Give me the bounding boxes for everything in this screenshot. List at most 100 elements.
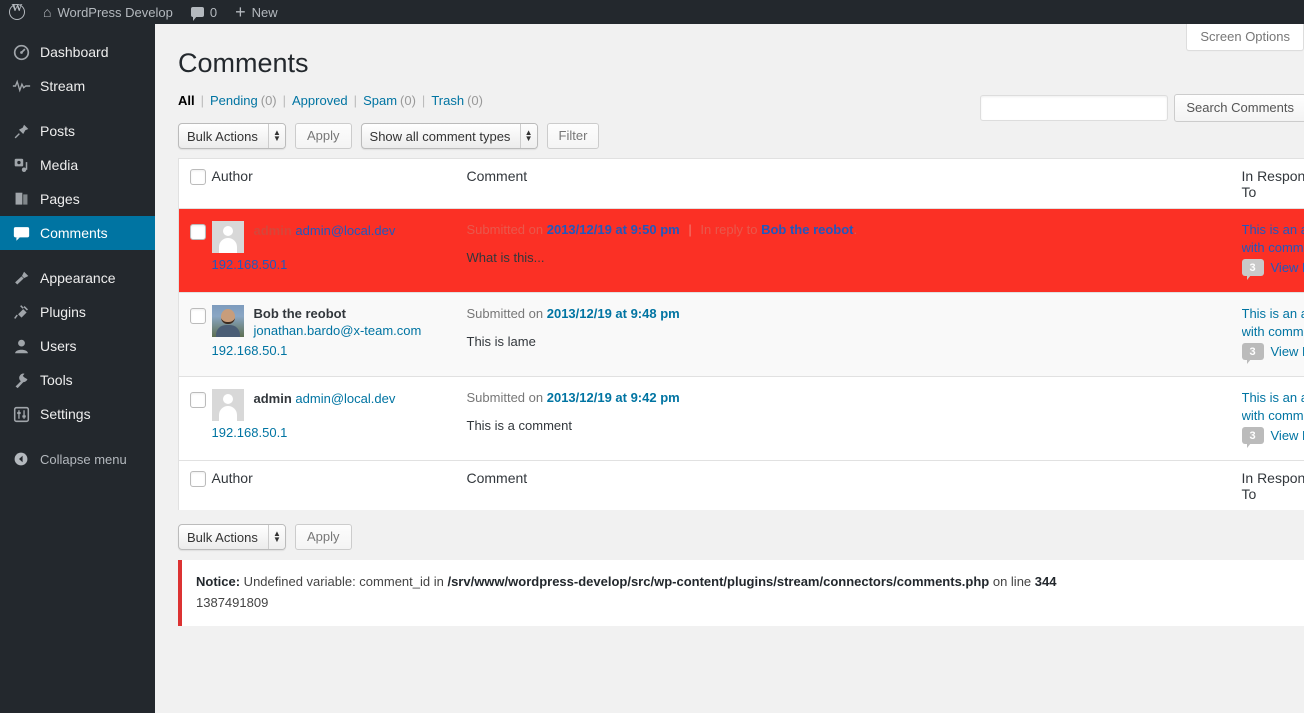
table-foot: Author Comment In Response To	[178, 460, 1304, 511]
filter-spam-count: (0)	[400, 93, 416, 109]
sidebar-item-media[interactable]: Media	[0, 148, 155, 182]
author-cell: admin admin@local.dev 192.168.50.1	[211, 209, 467, 293]
comment-cell: Submitted on 2013/12/19 at 9:50 pm | In …	[467, 209, 1242, 293]
site-name-menu[interactable]: ⌂ WordPress Develop	[34, 0, 182, 24]
sidebar-item-dashboard[interactable]: Dashboard	[0, 35, 155, 69]
sidebar-label: Settings	[40, 406, 91, 422]
filter-approved-link[interactable]: Approved	[292, 93, 348, 108]
filter-button[interactable]: Filter	[546, 123, 600, 150]
filter-all-link[interactable]: All	[178, 93, 195, 108]
author-email-link[interactable]: admin@local.dev	[295, 223, 395, 238]
column-header-response[interactable]: In Response To	[1241, 158, 1304, 210]
select-all-header	[178, 158, 212, 210]
table-row[interactable]: Bob the reobot jonathan.bardo@x-team.com…	[178, 292, 1304, 377]
comment-type-select[interactable]: Show all comment types	[360, 123, 538, 150]
php-notice: Notice: Undefined variable: comment_id i…	[178, 560, 1304, 626]
sidebar-label: Users	[40, 338, 77, 354]
search-box: Search Comments	[980, 94, 1304, 122]
view-post-link[interactable]: View Po	[1271, 344, 1304, 359]
filter-all[interactable]: All	[178, 93, 195, 108]
table-row[interactable]: admin admin@local.dev 192.168.50.1 Submi…	[178, 377, 1304, 461]
filter-approved[interactable]: Approved	[292, 93, 348, 108]
collapse-menu-button[interactable]: Collapse menu	[0, 442, 155, 476]
avatar	[211, 389, 244, 422]
author-email-link[interactable]: admin@local.dev	[295, 391, 395, 406]
table-row[interactable]: admin admin@local.dev 192.168.50.1 Submi…	[178, 208, 1304, 293]
table-head: Author Comment In Response To	[178, 158, 1304, 210]
column-header-author[interactable]: Author	[211, 158, 467, 210]
filter-pending-link[interactable]: Pending	[210, 93, 258, 108]
adminbar-new-menu[interactable]: + New	[226, 0, 287, 24]
sidebar-item-comments[interactable]: Comments	[0, 216, 163, 250]
response-comment-count-bubble[interactable]: 3	[1241, 427, 1264, 449]
response-cell: This is an aw with comm 3 View Po	[1241, 377, 1304, 461]
column-footer-author[interactable]: Author	[211, 460, 467, 511]
collapse-arrow-icon	[10, 449, 32, 469]
column-footer-response[interactable]: In Response To	[1241, 460, 1304, 511]
filter-divider: |	[353, 93, 358, 109]
sidebar-item-pages[interactable]: Pages	[0, 182, 155, 216]
response-comment-count-bubble[interactable]: 3	[1241, 343, 1264, 365]
comment-bubble-icon	[190, 7, 204, 21]
sidebar-item-appearance[interactable]: Appearance	[0, 261, 155, 295]
response-post-link-line2[interactable]: with comm	[1242, 239, 1304, 257]
menu-spacer	[0, 103, 155, 114]
search-comments-button[interactable]: Search Comments	[1174, 94, 1304, 122]
response-post-link-line1[interactable]: This is an aw	[1242, 305, 1304, 323]
submitted-date-link[interactable]: 2013/12/19 at 9:48 pm	[547, 306, 680, 321]
select-all-checkbox-bottom[interactable]	[190, 471, 206, 488]
notice-extra: 1387491809	[196, 594, 269, 610]
filter-spam-link[interactable]: Spam	[363, 93, 397, 108]
response-comment-count-bubble[interactable]: 3	[1241, 259, 1264, 281]
search-input[interactable]	[980, 95, 1169, 121]
response-post-link-line2[interactable]: with comm	[1242, 323, 1304, 341]
response-cell: This is an aw with comm 3 View Po	[1241, 293, 1304, 377]
apply-button-bottom[interactable]: Apply	[295, 524, 352, 551]
filter-trash[interactable]: Trash (0)	[431, 93, 483, 108]
apply-button-top[interactable]: Apply	[295, 123, 352, 150]
author-cell: Bob the reobot jonathan.bardo@x-team.com…	[211, 293, 467, 377]
column-footer-comment[interactable]: Comment	[466, 460, 1242, 511]
row-checkbox[interactable]	[190, 223, 206, 240]
row-checkbox[interactable]	[190, 391, 206, 408]
column-header-comment[interactable]: Comment	[466, 158, 1242, 210]
plug-icon	[10, 302, 32, 322]
bulk-actions-select-bottom[interactable]: Bulk Actions	[178, 524, 286, 551]
filter-pending[interactable]: Pending (0)	[210, 93, 277, 108]
avatar	[211, 221, 244, 254]
select-all-checkbox-top[interactable]	[190, 169, 206, 186]
sidebar-item-tools[interactable]: Tools	[0, 363, 155, 397]
author-email-link[interactable]: jonathan.bardo@x-team.com	[254, 323, 422, 338]
menu-spacer	[0, 431, 155, 442]
sidebar-label: Pages	[40, 191, 80, 207]
sidebar-item-users[interactable]: Users	[0, 329, 155, 363]
adminbar-comments-count: 0	[209, 4, 218, 20]
response-post-link-line2[interactable]: with comm	[1242, 407, 1304, 425]
table-footer-row: Author Comment In Response To	[178, 460, 1304, 511]
view-post-link[interactable]: View Po	[1271, 428, 1304, 443]
filter-trash-link[interactable]: Trash	[431, 93, 464, 108]
filter-spam[interactable]: Spam (0)	[363, 93, 416, 108]
author-ip-link[interactable]: 192.168.50.1	[212, 424, 457, 441]
reply-suffix: .	[853, 222, 858, 238]
author-ip-link[interactable]: 192.168.50.1	[212, 256, 457, 273]
sidebar-item-plugins[interactable]: Plugins	[0, 295, 155, 329]
comments-table: Author Comment In Response To adm	[178, 158, 1304, 511]
menu-spacer	[0, 24, 155, 35]
submitted-date-link[interactable]: 2013/12/19 at 9:42 pm	[547, 390, 680, 405]
response-post-link-line1[interactable]: This is an aw	[1242, 389, 1304, 407]
row-select-cell	[179, 209, 212, 293]
sidebar-item-stream[interactable]: Stream	[0, 69, 155, 103]
wp-logo-menu[interactable]	[0, 0, 34, 24]
response-post-link-line1[interactable]: This is an aw	[1242, 221, 1304, 239]
adminbar-comments[interactable]: 0	[182, 0, 226, 24]
submitted-date-link[interactable]: 2013/12/19 at 9:50 pm	[547, 222, 680, 237]
bulk-actions-select[interactable]: Bulk Actions	[178, 123, 286, 150]
sidebar-item-settings[interactable]: Settings	[0, 397, 155, 431]
author-ip-link[interactable]: 192.168.50.1	[212, 342, 457, 359]
sidebar-item-posts[interactable]: Posts	[0, 114, 155, 148]
reply-to-link[interactable]: Bob the reobot	[761, 222, 853, 237]
row-checkbox[interactable]	[190, 307, 206, 324]
sidebar-label: Plugins	[40, 304, 86, 320]
view-post-link[interactable]: View Po	[1271, 260, 1304, 275]
